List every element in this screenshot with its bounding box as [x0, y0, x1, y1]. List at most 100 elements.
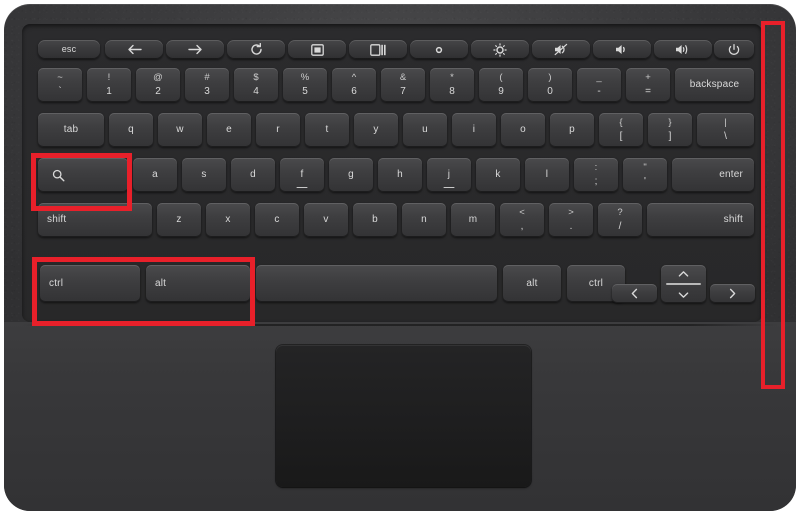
key-volume-up[interactable]	[654, 40, 712, 59]
key-comma[interactable]: < ,	[500, 203, 544, 237]
key-arrow-left[interactable]	[612, 284, 657, 303]
key-w[interactable]: w	[158, 113, 202, 147]
key-fullscreen[interactable]	[288, 40, 346, 59]
key-backtick[interactable]: ~ `	[38, 68, 82, 102]
key-j-homing-bar	[443, 186, 455, 188]
key-quote[interactable]: " '	[623, 158, 667, 192]
arrow-down-icon[interactable]	[661, 288, 706, 301]
key-l[interactable]: l	[525, 158, 569, 192]
key-c[interactable]: c	[255, 203, 299, 237]
key-7[interactable]: & 7	[381, 68, 425, 102]
key-minus[interactable]: _ -	[577, 68, 621, 102]
key-4[interactable]: $ 4	[234, 68, 278, 102]
key-2[interactable]: @ 2	[136, 68, 180, 102]
key-d[interactable]: d	[231, 158, 275, 192]
key-z[interactable]: z	[157, 203, 201, 237]
key-left-bracket[interactable]: { [	[599, 113, 643, 147]
key-8[interactable]: * 8	[430, 68, 474, 102]
key-brightness-down[interactable]	[410, 40, 468, 59]
key-shift-right-label: shift	[723, 214, 743, 225]
key-h-label: h	[397, 169, 403, 180]
key-period-top: >	[568, 206, 574, 218]
key-arrow-up-down[interactable]	[661, 265, 706, 303]
key-a[interactable]: a	[133, 158, 177, 192]
key-r[interactable]: r	[256, 113, 300, 147]
key-j[interactable]: j	[427, 158, 471, 192]
fullscreen-icon	[310, 43, 324, 56]
key-h[interactable]: h	[378, 158, 422, 192]
key-period[interactable]: > .	[549, 203, 593, 237]
key-right-bracket-bottom: ]	[668, 131, 672, 143]
key-e[interactable]: e	[207, 113, 251, 147]
key-q[interactable]: q	[109, 113, 153, 147]
back-arrow-icon	[127, 44, 142, 55]
key-right-bracket[interactable]: } ]	[648, 113, 692, 147]
arrow-up-icon[interactable]	[661, 267, 706, 280]
key-back[interactable]	[105, 40, 163, 59]
key-mute[interactable]	[532, 40, 590, 59]
key-4-bottom: 4	[253, 86, 259, 98]
key-t[interactable]: t	[305, 113, 349, 147]
key-2-top: @	[153, 71, 163, 83]
key-y[interactable]: y	[354, 113, 398, 147]
key-reload[interactable]	[227, 40, 285, 59]
key-s[interactable]: s	[182, 158, 226, 192]
key-f-label: f	[300, 169, 304, 180]
key-i[interactable]: i	[452, 113, 496, 147]
key-3[interactable]: # 3	[185, 68, 229, 102]
key-brightness-up[interactable]	[471, 40, 529, 59]
key-overview[interactable]	[349, 40, 407, 59]
key-backspace[interactable]: backspace	[675, 68, 754, 102]
key-backslash[interactable]: | \	[697, 113, 754, 147]
key-shift-right[interactable]: shift	[647, 203, 754, 237]
trackpad[interactable]	[276, 345, 531, 487]
key-esc[interactable]: esc	[38, 40, 100, 59]
key-9[interactable]: ( 9	[479, 68, 523, 102]
key-g[interactable]: g	[329, 158, 373, 192]
key-k[interactable]: k	[476, 158, 520, 192]
key-b[interactable]: b	[353, 203, 397, 237]
key-space[interactable]	[256, 265, 497, 302]
key-b-label: b	[372, 214, 378, 225]
key-semicolon[interactable]: : ;	[574, 158, 618, 192]
key-m[interactable]: m	[451, 203, 495, 237]
key-l-label: l	[545, 169, 549, 180]
key-1[interactable]: ! 1	[87, 68, 131, 102]
key-y-label: y	[373, 124, 379, 135]
key-volume-down[interactable]	[593, 40, 651, 59]
key-arrow-right[interactable]	[710, 284, 755, 303]
key-9-bottom: 9	[498, 86, 504, 98]
key-n[interactable]: n	[402, 203, 446, 237]
key-2-bottom: 2	[155, 86, 161, 98]
key-semicolon-top: :	[594, 161, 598, 173]
key-enter[interactable]: enter	[672, 158, 754, 192]
volume-down-icon	[615, 43, 629, 56]
key-p[interactable]: p	[550, 113, 594, 147]
key-1-bottom: 1	[106, 86, 112, 98]
key-period-bottom: .	[569, 221, 573, 233]
key-1-top: !	[107, 71, 111, 83]
key-v[interactable]: v	[304, 203, 348, 237]
key-0[interactable]: ) 0	[528, 68, 572, 102]
key-search[interactable]	[38, 158, 128, 192]
key-backslash-top: |	[724, 116, 727, 128]
key-shift-left[interactable]: shift	[38, 203, 152, 237]
key-slash[interactable]: ? /	[598, 203, 642, 237]
key-r-label: r	[276, 124, 280, 135]
key-alt-right[interactable]: alt	[503, 265, 561, 302]
key-equals[interactable]: + =	[626, 68, 670, 102]
key-tab[interactable]: tab	[38, 113, 104, 147]
key-forward[interactable]	[166, 40, 224, 59]
key-o[interactable]: o	[501, 113, 545, 147]
key-comma-bottom: ,	[520, 221, 524, 233]
key-u[interactable]: u	[403, 113, 447, 147]
key-x[interactable]: x	[206, 203, 250, 237]
key-power[interactable]	[714, 40, 754, 59]
key-minus-top: _	[596, 71, 602, 83]
key-6[interactable]: ^ 6	[332, 68, 376, 102]
key-f[interactable]: f	[280, 158, 324, 192]
key-e-label: e	[226, 124, 232, 135]
key-5[interactable]: % 5	[283, 68, 327, 102]
key-alt-left[interactable]: alt	[146, 265, 250, 302]
key-ctrl-left[interactable]: ctrl	[40, 265, 140, 302]
